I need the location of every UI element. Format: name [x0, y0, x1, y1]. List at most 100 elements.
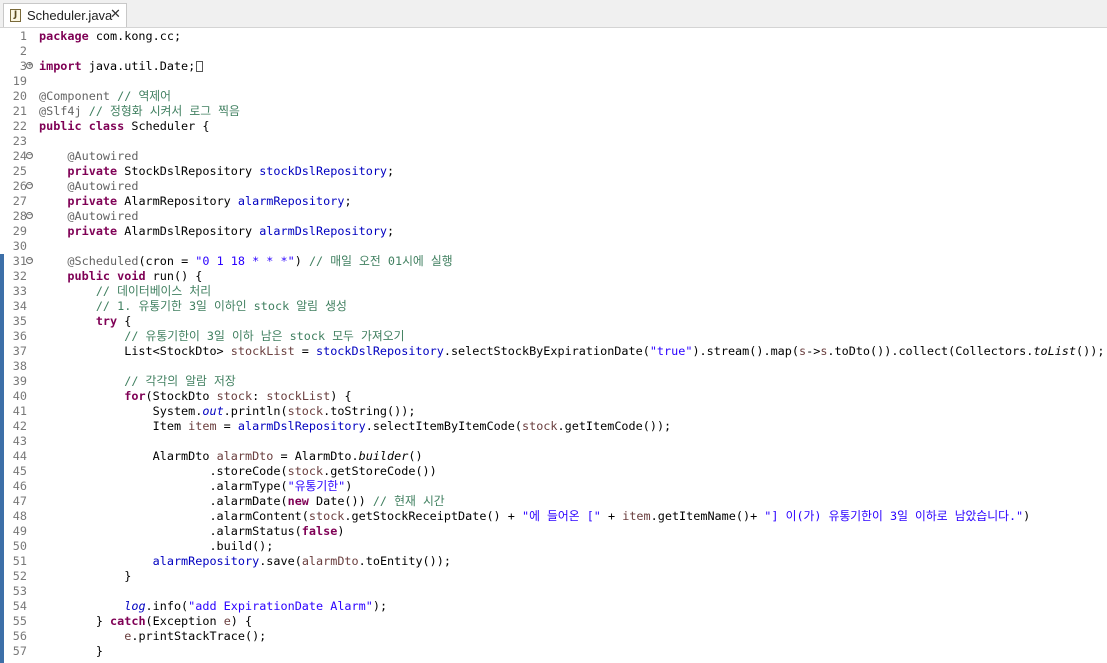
line-number: 49 — [12, 524, 27, 538]
code-line[interactable]: 30 — [0, 239, 1107, 254]
code-line[interactable]: 32 public void run() { — [0, 269, 1107, 284]
code-line[interactable]: 35 try { — [0, 314, 1107, 329]
line-number: 51 — [12, 554, 27, 568]
line-number: 40 — [12, 389, 27, 403]
code-line[interactable]: 39 // 각각의 알람 저장 — [0, 374, 1107, 389]
code-line[interactable]: 29 private AlarmDslRepository alarmDslRe… — [0, 224, 1107, 239]
code-text: Item item = alarmDslRepository.selectIte… — [39, 419, 672, 433]
tab-scheduler-java[interactable]: J Scheduler.java ✕ — [3, 3, 127, 27]
code-line[interactable]: 31− @Scheduled(cron = "0 1 18 * * *") //… — [0, 254, 1107, 269]
line-number: 19 — [12, 74, 27, 88]
code-text: .alarmType("유통기한") — [39, 479, 353, 493]
line-number: 26 — [12, 179, 27, 193]
code-line[interactable]: 23 — [0, 134, 1107, 149]
line-number: 24 — [12, 149, 27, 163]
code-line[interactable]: 53 — [0, 584, 1107, 599]
code-line[interactable]: 52 } — [0, 569, 1107, 584]
line-number: 25 — [12, 164, 27, 178]
line-number: 30 — [12, 239, 27, 253]
tab-label: Scheduler.java — [27, 8, 113, 23]
line-number: 32 — [12, 269, 27, 283]
code-line[interactable]: 47 .alarmDate(new Date()) // 현재 시간 — [0, 494, 1107, 509]
collapse-fold-icon[interactable]: − — [26, 182, 33, 189]
code-line[interactable]: 28− @Autowired — [0, 209, 1107, 224]
line-number: 42 — [12, 419, 27, 433]
code-line[interactable]: 45 .storeCode(stock.getStoreCode()) — [0, 464, 1107, 479]
line-number: 28 — [12, 209, 27, 223]
code-line[interactable]: 2 — [0, 44, 1107, 59]
code-line[interactable]: 27 private AlarmRepository alarmReposito… — [0, 194, 1107, 209]
line-number: 21 — [12, 104, 27, 118]
line-number: 20 — [12, 89, 27, 103]
code-line[interactable]: 37 List<StockDto> stockList = stockDslRe… — [0, 344, 1107, 359]
expand-fold-icon[interactable]: + — [26, 62, 33, 69]
line-number: 39 — [12, 374, 27, 388]
code-line[interactable]: 21 @Slf4j // 정형화 시켜서 로그 찍음 — [0, 104, 1107, 119]
code-line[interactable]: 49 .alarmStatus(false) — [0, 524, 1107, 539]
collapse-fold-icon[interactable]: − — [26, 257, 33, 264]
editor-tab-bar: J Scheduler.java ✕ — [0, 0, 1107, 28]
code-text: // 데이터베이스 처리 — [95, 284, 212, 298]
code-line[interactable]: 26− @Autowired — [0, 179, 1107, 194]
code-text: public class Scheduler { — [39, 119, 210, 133]
code-text: try { — [95, 314, 132, 328]
code-line[interactable]: 34 // 1. 유통기한 3일 이하인 stock 알림 생성 — [0, 299, 1107, 314]
line-number: 29 — [12, 224, 27, 238]
code-text: @Slf4j // 정형화 시켜서 로그 찍음 — [39, 104, 240, 118]
code-line[interactable]: 55 } catch(Exception e) { — [0, 614, 1107, 629]
code-line[interactable]: 1 package com.kong.cc; — [0, 29, 1107, 44]
code-text: .alarmContent(stock.getStockReceiptDate(… — [39, 509, 1031, 523]
line-number: 46 — [12, 479, 27, 493]
line-number: 2 — [19, 44, 27, 58]
code-text: public void run() { — [67, 269, 203, 283]
close-icon[interactable]: ✕ — [110, 7, 121, 22]
code-text: // 각각의 알람 저장 — [124, 374, 236, 388]
code-text: } catch(Exception e) { — [39, 614, 253, 628]
line-number: 48 — [12, 509, 27, 523]
line-number: 34 — [12, 299, 27, 313]
code-line[interactable]: 19 — [0, 74, 1107, 89]
code-line[interactable]: 33 // 데이터베이스 처리 — [0, 284, 1107, 299]
line-number: 38 — [12, 359, 27, 373]
code-text: .storeCode(stock.getStoreCode()) — [39, 464, 437, 478]
code-editor[interactable]: 1 package com.kong.cc; 2 3 + import java.util… — [0, 28, 1107, 663]
code-line[interactable]: 56 e.printStackTrace(); — [0, 629, 1107, 644]
line-number: 53 — [12, 584, 27, 598]
code-line[interactable]: 44 AlarmDto alarmDto = AlarmDto.builder(… — [0, 449, 1107, 464]
line-number: 3 — [19, 59, 27, 73]
line-number: 45 — [12, 464, 27, 478]
line-number: 44 — [12, 449, 27, 463]
code-line[interactable]: 54 log.info("add ExpirationDate Alarm"); — [0, 599, 1107, 614]
code-line[interactable]: 40 for(StockDto stock: stockList) { — [0, 389, 1107, 404]
code-line[interactable]: 38 — [0, 359, 1107, 374]
code-line[interactable]: 51 alarmRepository.save(alarmDto.toEntit… — [0, 554, 1107, 569]
code-text: for(StockDto stock: stockList) { — [124, 389, 352, 403]
line-number: 47 — [12, 494, 27, 508]
code-line[interactable]: 48 .alarmContent(stock.getStockReceiptDa… — [0, 509, 1107, 524]
code-line[interactable]: 24− @Autowired — [0, 149, 1107, 164]
line-number: 31 — [12, 254, 27, 268]
code-text: // 1. 유통기한 3일 이하인 stock 알림 생성 — [95, 299, 347, 313]
code-line[interactable]: 20 @Component // 역제어 — [0, 89, 1107, 104]
code-line[interactable]: 41 System.out.println(stock.toString()); — [0, 404, 1107, 419]
code-text: alarmRepository.save(alarmDto.toEntity()… — [152, 554, 451, 568]
code-text: .alarmDate(new Date()) // 현재 시간 — [39, 494, 445, 508]
code-line[interactable]: 22 public class Scheduler { — [0, 119, 1107, 134]
code-text: @Component // 역제어 — [39, 89, 172, 103]
line-number: 36 — [12, 329, 27, 343]
line-number: 50 — [12, 539, 27, 553]
line-number: 1 — [19, 29, 27, 43]
collapse-fold-icon[interactable]: − — [26, 212, 33, 219]
code-line[interactable]: 50 .build(); — [0, 539, 1107, 554]
code-line[interactable]: 46 .alarmType("유통기한") — [0, 479, 1107, 494]
code-line[interactable]: 57 } — [0, 644, 1107, 659]
code-text: @Autowired — [67, 179, 139, 193]
code-line[interactable]: 25 private StockDslRepository stockDslRe… — [0, 164, 1107, 179]
code-line[interactable]: 3 + import java.util.Date; — [0, 59, 1107, 74]
code-line[interactable]: 42 Item item = alarmDslRepository.select… — [0, 419, 1107, 434]
code-line[interactable]: 36 // 유통기한이 3일 이하 남은 stock 모두 가져오기 — [0, 329, 1107, 344]
line-number: 57 — [12, 644, 27, 658]
code-text: @Scheduled(cron = "0 1 18 * * *") // 매일 … — [67, 254, 453, 268]
code-line[interactable]: 43 — [0, 434, 1107, 449]
collapse-fold-icon[interactable]: − — [26, 152, 33, 159]
